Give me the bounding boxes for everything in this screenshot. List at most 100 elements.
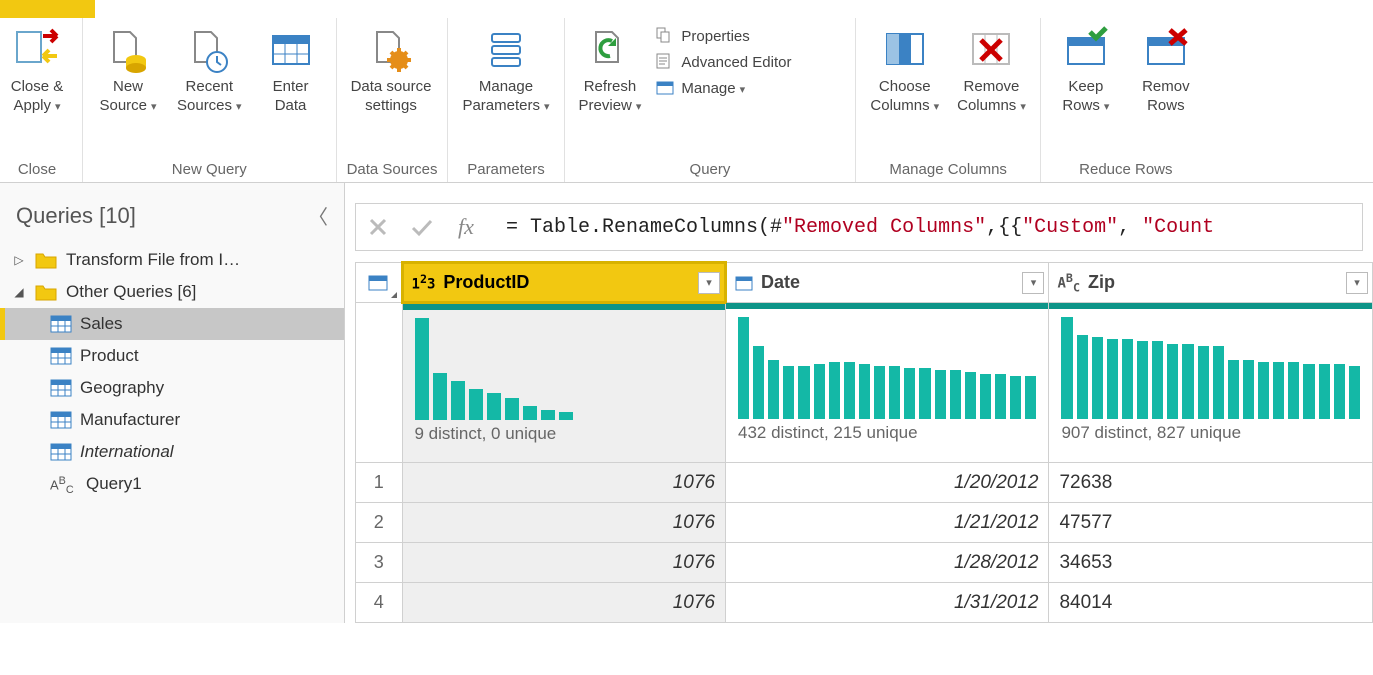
table-row[interactable]: 210761/21/201247577: [356, 503, 1373, 543]
column-header-label: Date: [761, 272, 800, 293]
column-header-productid[interactable]: 123 ProductID ▾: [402, 263, 725, 303]
cell-date[interactable]: 1/21/2012: [725, 503, 1048, 543]
column-header-label: Zip: [1088, 272, 1115, 293]
distribution-sparkline: [403, 310, 725, 420]
profile-text: 9 distinct, 0 unique: [403, 420, 725, 450]
cell-productid[interactable]: 1076: [402, 463, 725, 503]
data-source-settings-button[interactable]: Data source settings: [347, 24, 436, 118]
properties-button[interactable]: Properties: [655, 26, 845, 46]
cell-zip[interactable]: 72638: [1049, 463, 1373, 503]
titlebar-tabs: [0, 0, 1373, 18]
profile-text: 432 distinct, 215 unique: [726, 419, 1048, 449]
manage-query-icon: [655, 78, 675, 98]
data-grid: 123 ProductID ▾ Date: [355, 261, 1373, 623]
column-filter-dropdown[interactable]: ▾: [698, 272, 720, 294]
check-icon: [410, 217, 434, 237]
cell-zip[interactable]: 84014: [1049, 583, 1373, 623]
column-header-zip[interactable]: ABC Zip ▾: [1049, 263, 1373, 303]
tree-query[interactable]: International: [0, 436, 344, 468]
new-source-button[interactable]: New Source: [93, 24, 163, 118]
row-number: 1: [356, 463, 403, 503]
tree-query[interactable]: Sales: [0, 308, 344, 340]
formula-text[interactable]: = Table.RenameColumns(#"Removed Columns"…: [488, 216, 1362, 239]
tree-item-label: Sales: [80, 314, 123, 334]
recent-sources-button[interactable]: Recent Sources: [173, 24, 246, 118]
remove-columns-button[interactable]: Remove Columns: [953, 24, 1030, 118]
ribbon-group-params-label: Parameters: [458, 155, 553, 182]
column-filter-dropdown[interactable]: ▾: [1022, 272, 1044, 294]
cell-date[interactable]: 1/20/2012: [725, 463, 1048, 503]
cell-productid[interactable]: 1076: [402, 543, 725, 583]
cell-productid[interactable]: 1076: [402, 503, 725, 543]
recent-sources-label: Recent Sources: [177, 78, 242, 116]
table-icon: [50, 411, 72, 429]
type-date-icon: [735, 275, 753, 291]
type-text-icon: ABC: [1057, 271, 1080, 294]
column-filter-dropdown[interactable]: ▾: [1346, 272, 1368, 294]
tree-query[interactable]: ABCQuery1: [0, 468, 344, 500]
manage-parameters-button[interactable]: Manage Parameters: [458, 24, 553, 118]
table-row[interactable]: 310761/28/201234653: [356, 543, 1373, 583]
tree-folder[interactable]: ◢Other Queries [6]: [0, 276, 344, 308]
tree-query[interactable]: Manufacturer: [0, 404, 344, 436]
cell-date[interactable]: 1/31/2012: [725, 583, 1048, 623]
cell-zip[interactable]: 47577: [1049, 503, 1373, 543]
x-icon: [368, 217, 388, 237]
column-header-label: ProductID: [443, 272, 529, 293]
table-row[interactable]: 110761/20/201272638: [356, 463, 1373, 503]
tree-item-label: International: [80, 442, 174, 462]
refresh-preview-icon: [586, 26, 634, 74]
data-source-settings-icon: [367, 26, 415, 74]
table-icon: [50, 443, 72, 461]
table-row[interactable]: 410761/31/201284014: [356, 583, 1373, 623]
ribbon-group-close: Close & Apply Close: [0, 18, 83, 182]
manage-parameters-icon: [482, 26, 530, 74]
choose-columns-button[interactable]: Choose Columns: [866, 24, 943, 118]
row-number-header[interactable]: [356, 263, 403, 303]
remove-rows-button[interactable]: Remov Rows: [1131, 24, 1201, 118]
formula-cancel-button[interactable]: [356, 204, 400, 250]
enter-data-button[interactable]: Enter Data: [256, 24, 326, 118]
cell-date[interactable]: 1/28/2012: [725, 543, 1048, 583]
tree-folder[interactable]: ▷Transform File from I…: [0, 244, 344, 276]
ribbon-group-mcols-label: Manage Columns: [866, 155, 1029, 182]
enter-data-label: Enter Data: [273, 78, 309, 116]
tree-query[interactable]: Product: [0, 340, 344, 372]
new-source-icon: [104, 26, 152, 74]
distribution-sparkline: [726, 309, 1048, 419]
table-icon: [50, 347, 72, 365]
ribbon-group-query: Refresh Preview Properties Advanced Edit…: [565, 18, 857, 182]
cell-zip[interactable]: 34653: [1049, 543, 1373, 583]
formula-fx-button[interactable]: fx: [444, 204, 488, 250]
column-header-date[interactable]: Date ▾: [725, 263, 1048, 303]
refresh-preview-button[interactable]: Refresh Preview: [575, 24, 646, 118]
tree-item-label: Manufacturer: [80, 410, 180, 430]
manage-query-button[interactable]: Manage: [655, 78, 845, 98]
advanced-editor-button[interactable]: Advanced Editor: [655, 52, 845, 72]
tree-item-label: Product: [80, 346, 139, 366]
row-number: 2: [356, 503, 403, 543]
tree-item-label: Transform File from I…: [66, 250, 240, 270]
close-apply-button[interactable]: Close & Apply: [2, 24, 72, 118]
formula-confirm-button[interactable]: [400, 204, 444, 250]
keep-rows-button[interactable]: Keep Rows: [1051, 24, 1121, 118]
tree-item-label: Geography: [80, 378, 164, 398]
remove-columns-label: Remove Columns: [957, 78, 1026, 116]
profile-text: 907 distinct, 827 unique: [1049, 419, 1372, 449]
properties-label: Properties: [681, 28, 749, 45]
ribbon-group-newq-label: New Query: [93, 155, 326, 182]
cell-productid[interactable]: 1076: [402, 583, 725, 623]
ribbon-group-query-label: Query: [575, 155, 846, 182]
expand-icon: ◢: [12, 285, 26, 299]
abc-icon: ABC: [50, 475, 78, 493]
manage-parameters-label: Manage Parameters: [462, 78, 549, 116]
row-number: 4: [356, 583, 403, 623]
ribbon-group-new-query: New Source Recent Sources: [83, 18, 337, 182]
recent-sources-icon: [185, 26, 233, 74]
ribbon-group-reduce-rows: Keep Rows Remov Rows Reduce Rows: [1041, 18, 1211, 182]
tree-query[interactable]: Geography: [0, 372, 344, 404]
collapse-queries-icon[interactable]: 〈: [308, 201, 328, 230]
ribbon-tab-home[interactable]: [0, 0, 95, 18]
column-profile: 432 distinct, 215 unique: [725, 303, 1048, 463]
content-area: fx = Table.RenameColumns(#"Removed Colum…: [345, 183, 1373, 623]
